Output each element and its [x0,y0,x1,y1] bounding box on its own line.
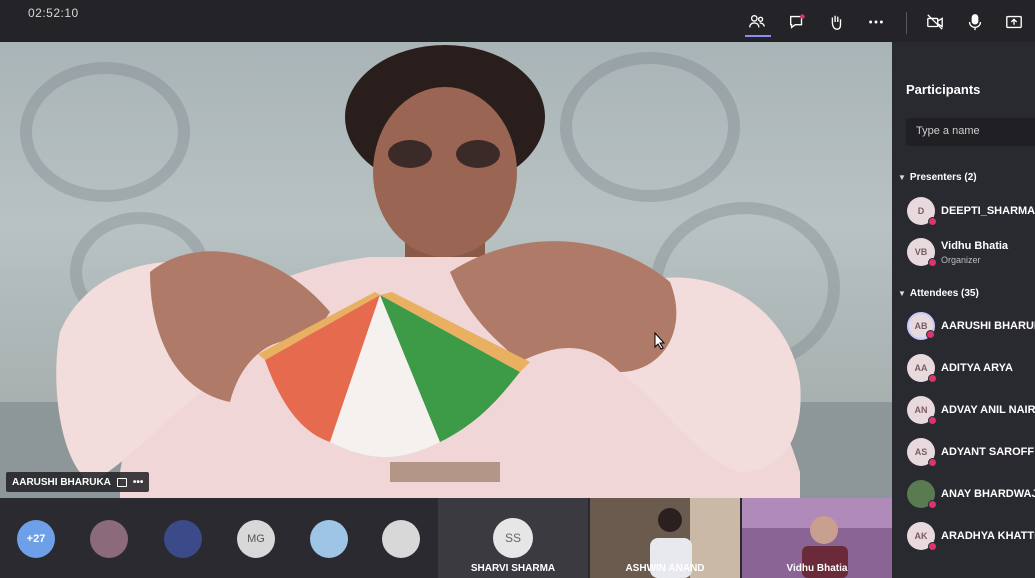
chevron-down-icon: ▼ [898,289,906,298]
search-box[interactable] [906,118,1035,146]
avatar: AS [907,438,937,467]
participants-panel: Participants ▼ Presenters (2) D DEEPTI_S… [892,42,1035,578]
avatar: D [907,197,937,226]
avatar: AB [907,312,935,340]
video-strip: +27 MG SS SHARVI SHARMA ASHWIN ANAND Vid… [0,498,892,578]
video-tile[interactable]: SS SHARVI SHARMA [438,498,588,578]
status-dot [928,374,937,383]
participant-row[interactable]: AB AARUSHI BHARUKA [907,312,1035,342]
status-dot [928,458,937,467]
presenters-section-header[interactable]: ▼ Presenters (2) [898,172,977,183]
participant-avatar[interactable] [90,520,128,558]
participant-name: ADYANT SAROFF [941,446,1035,458]
participant-avatar[interactable] [310,520,348,558]
video-tile[interactable]: ASHWIN ANAND [590,498,740,578]
participant-avatar[interactable] [164,520,202,558]
participant-name: ARADHYA KHATTRI [941,530,1035,542]
participant-name: Vidhu Bhatia [941,240,1009,252]
status-dot [926,330,935,339]
tile-name: ASHWIN ANAND [625,563,705,574]
camera-off-icon[interactable] [925,12,945,32]
meeting-toolbar: 02:52:10 [0,0,1035,42]
mouse-cursor-icon [654,332,666,350]
participant-avatar[interactable]: MG [237,520,275,558]
status-dot [928,500,937,509]
participant-name: ADVAY ANIL NAIR [941,404,1035,416]
raise-hand-icon[interactable] [826,12,846,32]
screen-share-mini-icon [116,477,127,487]
participant-name: ANAY BHARDWAJ [941,488,1035,500]
participant-row[interactable]: AK ARADHYA KHATTRI [907,522,1035,552]
status-dot [928,416,937,425]
toolbar-divider [906,12,907,34]
avatar: AK [907,522,937,551]
participant-video-image [56,45,801,498]
participant-row[interactable]: AA ADITYA ARYA [907,354,1035,384]
participant-name: DEEPTI_SHARMA_ [941,205,1035,217]
speaker-name-tag: AARUSHI BHARUKA ••• [6,472,150,492]
avatar: AA [907,354,937,383]
avatar: VB [907,238,937,267]
participant-name: AARUSHI BHARUKA [941,320,1035,332]
attendees-section-header[interactable]: ▼ Attendees (35) [898,288,979,299]
tile-name: SHARVI SHARMA [470,563,556,574]
participant-row[interactable]: AS ADYANT SAROFF [907,438,1035,468]
meeting-timer: 02:52:10 [28,6,79,20]
participant-search-input[interactable] [916,125,1035,137]
tile-avatar: SS [493,518,533,558]
tile-name: Vidhu Bhatia [786,563,848,574]
participant-role: Organizer [941,255,981,265]
chat-icon[interactable] [787,12,807,32]
main-video-feed[interactable] [0,42,892,498]
status-dot [928,258,937,267]
panel-title: Participants [906,82,981,97]
microphone-icon[interactable] [965,12,985,32]
participant-row[interactable]: VB Vidhu Bhatia Organizer [907,238,1035,268]
avatar: AN [907,396,937,425]
participants-icon[interactable] [747,12,767,32]
avatar-photo [907,480,937,509]
video-tile[interactable]: Vidhu Bhatia [742,498,892,578]
chevron-down-icon: ▼ [898,173,906,182]
more-options-icon[interactable]: ••• [133,477,144,488]
participant-row[interactable]: ANAY BHARDWAJ [907,480,1035,510]
share-screen-icon[interactable] [1004,12,1024,32]
active-tab-indicator [745,35,771,37]
participant-row[interactable]: D DEEPTI_SHARMA_ [907,197,1035,227]
more-icon[interactable] [866,12,886,32]
participant-name: ADITYA ARYA [941,362,1013,374]
status-dot [928,542,937,551]
status-dot [928,217,937,226]
overflow-count-badge[interactable]: +27 [17,520,55,558]
participant-avatar[interactable] [382,520,420,558]
participant-row[interactable]: AN ADVAY ANIL NAIR [907,396,1035,426]
speaker-name: AARUSHI BHARUKA [12,476,111,488]
